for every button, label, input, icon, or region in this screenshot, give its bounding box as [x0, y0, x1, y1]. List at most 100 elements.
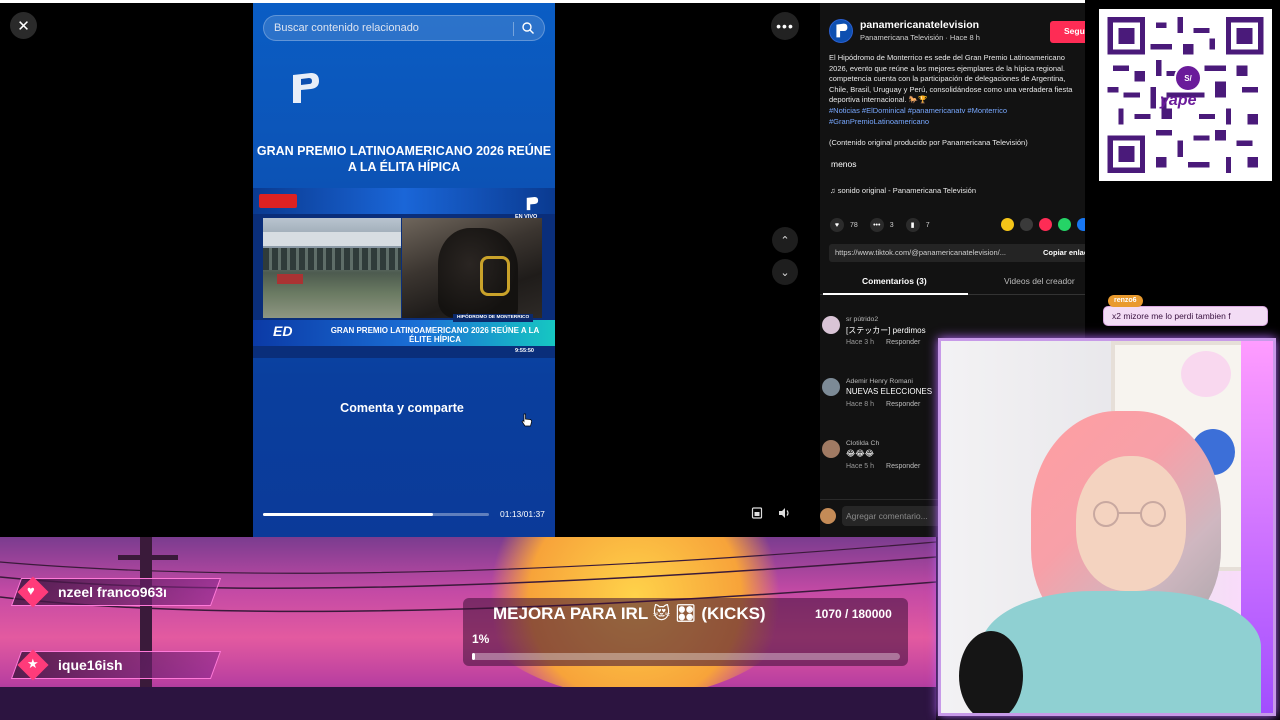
search-divider	[513, 22, 514, 36]
close-button[interactable]: ✕	[10, 12, 37, 39]
news-top-bar	[253, 188, 555, 214]
chevron-up-icon: ⌃	[780, 234, 790, 247]
comment-meta: Hace 8 h Responder	[846, 401, 921, 408]
picture-in-picture-icon	[751, 507, 763, 519]
goal-percent: 1%	[472, 632, 490, 646]
reply-button[interactable]: Responder	[886, 401, 920, 408]
comment-avatar[interactable]	[822, 378, 840, 396]
event-text: nzeel franco963ı	[58, 584, 167, 600]
plush-toy	[1181, 351, 1231, 397]
video-cta: Comenta y comparte	[340, 401, 464, 415]
presenter-badge	[259, 194, 297, 208]
panamericana-logo	[293, 73, 319, 103]
more-options-button[interactable]: •••	[771, 12, 799, 40]
post-url: https://www.tiktok.com/@panamericanatele…	[835, 248, 1007, 257]
like-count: 78	[850, 221, 858, 229]
chat-message: x2 mizore me lo perdi tambien f	[1103, 306, 1268, 326]
pip-button[interactable]	[748, 504, 766, 522]
video-progress-fill	[263, 513, 433, 516]
comment-meta: Hace 3 h Responder	[846, 339, 921, 346]
comment-user[interactable]: Ademir Henry Romani	[846, 378, 913, 385]
follow-button[interactable]: Seguir	[1050, 21, 1085, 43]
comment-user[interactable]: sr pútrido2	[846, 316, 878, 323]
broadcast-clock: 9:55:50	[515, 348, 534, 354]
author-avatar[interactable]	[829, 19, 853, 43]
mini-logo	[526, 196, 539, 211]
webcam-feed	[938, 338, 1276, 716]
yape-badge: S/	[1174, 64, 1202, 92]
goal-progress	[472, 653, 900, 660]
event-text: ique16ish	[58, 657, 123, 673]
video-time: 01:13/01:37	[500, 509, 545, 519]
author-subtitle: Panamericana Televisión · Hace 8 h	[860, 33, 980, 42]
comment-avatar[interactable]	[822, 316, 840, 334]
location-tag: HIPÓDROMO DE MONTERRICO	[453, 314, 534, 322]
video-player[interactable]: GRAN PREMIO LATINOAMERICANO 2026 REÚNE A…	[253, 3, 555, 537]
star-icon: ★	[27, 656, 39, 671]
reply-button[interactable]: Responder	[886, 463, 920, 470]
previous-video-button[interactable]: ⌃	[772, 227, 798, 253]
heart-icon: ♥	[27, 583, 35, 598]
goal-title: MEJORA PARA IRL 😻 🎛 (KICKS)	[493, 604, 766, 623]
tab-creator-videos[interactable]: Videos del creador	[1004, 276, 1075, 286]
copy-link-button[interactable]: Copiar enlace	[1043, 248, 1085, 257]
sound-link[interactable]: ♫ sonido original - Panamericana Televis…	[830, 186, 976, 195]
send-icon[interactable]	[1039, 218, 1052, 231]
show-less-button[interactable]: menos	[831, 159, 857, 169]
goal-count: 1070 / 180000	[815, 607, 892, 621]
reply-button[interactable]: Responder	[886, 339, 920, 346]
embed-icon[interactable]	[1020, 218, 1033, 231]
microphone	[959, 631, 1023, 713]
search-input[interactable]	[264, 16, 504, 40]
chevron-down-icon: ⌄	[780, 266, 790, 279]
streamer-shirt	[981, 591, 1261, 713]
friends-share-icon[interactable]	[1001, 218, 1014, 231]
facebook-icon[interactable]	[1077, 218, 1085, 231]
original-content-note: (Contenido original producido por Paname…	[829, 138, 1028, 147]
comment-count: 3	[889, 221, 894, 229]
chat-username: renzo6	[1108, 295, 1143, 307]
grandstand-image	[263, 218, 401, 318]
post-hashtags[interactable]: #Noticias #ElDominical #panamericanatv #…	[829, 106, 1085, 127]
share-row	[1001, 218, 1085, 231]
more-icon: •••	[776, 18, 794, 34]
next-video-button[interactable]: ⌄	[772, 259, 798, 285]
comment-text: [ステッカー] perdimos	[846, 326, 926, 335]
comment-avatar[interactable]	[822, 440, 840, 458]
search-bar[interactable]	[263, 15, 545, 41]
screen: ✕ GRAN PREMIO LATINOAMERICANO 2026 REÚNE…	[0, 0, 1280, 720]
comment-text: NUEVAS ELECCIONES	[846, 387, 933, 396]
save-count: 7	[925, 221, 930, 229]
goal-progress-fill	[472, 653, 475, 660]
news-frame: EN VIVO HIPÓDROMO DE MONTERRICO ED GRAN …	[253, 188, 555, 358]
heart-icon[interactable]: ♥	[830, 218, 844, 232]
horse-image	[402, 218, 542, 318]
speaker-icon	[778, 508, 789, 518]
post-url-box[interactable]: https://www.tiktok.com/@panamericanatele…	[829, 244, 1085, 262]
author-name[interactable]: panamericanatelevision	[860, 19, 979, 31]
yape-wordmark: yape	[1160, 92, 1197, 109]
whatsapp-icon[interactable]	[1058, 218, 1071, 231]
bookmark-icon[interactable]: ▮	[905, 218, 920, 232]
hand-cursor-icon	[521, 413, 532, 427]
stream-goal: MEJORA PARA IRL 😻 🎛 (KICKS) 1070 / 18000…	[463, 598, 908, 666]
post-description: El Hipódromo de Monterrico es sede del G…	[829, 53, 1073, 104]
close-icon: ✕	[17, 17, 30, 35]
tab-comments[interactable]: Comentarios (3)	[862, 276, 927, 286]
music-note-icon: ♫	[830, 186, 838, 195]
comment-tabs: Comentarios (3) Videos del creador	[820, 273, 1085, 295]
search-icon[interactable]	[521, 21, 535, 35]
engagement-stats: ♥ 78 ••• 3 ▮ 7	[830, 217, 942, 233]
active-tab-indicator	[823, 293, 968, 295]
video-headline: GRAN PREMIO LATINOAMERICANO 2026 REÚNE A…	[256, 144, 552, 174]
my-avatar	[820, 508, 836, 524]
comment-meta: Hace 5 h Responder	[846, 463, 921, 470]
video-progress[interactable]	[263, 513, 489, 516]
comment-text: 😂😂😂	[846, 449, 875, 458]
glasses	[1093, 501, 1166, 527]
comment-user[interactable]: Clotilda Ch	[846, 440, 879, 447]
volume-button[interactable]	[775, 504, 793, 522]
news-logo: ED	[273, 323, 293, 339]
comment-icon[interactable]: •••	[869, 218, 884, 232]
lower-third-text: GRAN PREMIO LATINOAMERICANO 2026 REÚNE A…	[330, 326, 540, 344]
